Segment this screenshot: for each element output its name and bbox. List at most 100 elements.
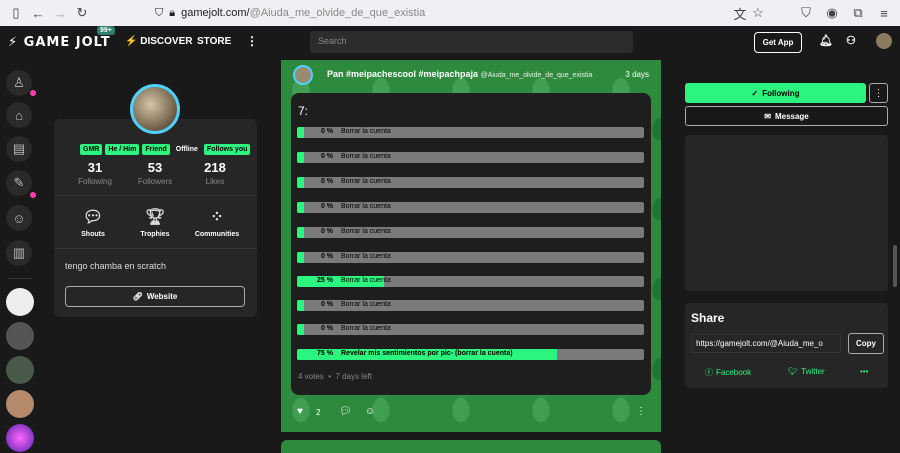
trophies-link[interactable]: 🏆︎ Trophies	[125, 207, 185, 238]
rail-backpack-icon[interactable]: ▤	[6, 136, 32, 162]
poll-label: Borrar la cuenta	[341, 325, 391, 332]
tag-friend: Friend	[142, 144, 170, 155]
tag-gmr: GMR	[80, 144, 103, 155]
share-twitter[interactable]: 🐦︎ Twitter	[788, 367, 825, 376]
poll-option[interactable]: 0 % Borrar la cuenta	[297, 252, 644, 263]
share-facebook[interactable]: ⓕ Facebook	[705, 367, 751, 378]
poll-days-left: 7 days left	[335, 372, 372, 381]
poll-option[interactable]: 0 % Borrar la cuenta	[297, 202, 644, 213]
poll-option[interactable]: 0 % Borrar la cuenta	[297, 177, 644, 188]
sidebar-toggle-icon[interactable]: ▯	[6, 3, 26, 23]
bookmark-star-icon[interactable]: ☆	[748, 3, 768, 23]
page-scrollbar[interactable]	[893, 245, 897, 287]
poll-pct: 25 %	[317, 277, 333, 284]
get-app-button[interactable]: Get App	[754, 32, 802, 53]
rail-home-icon[interactable]: ♙	[6, 70, 32, 96]
notification-count-badge: 99+	[97, 26, 115, 35]
heart-icon[interactable]: ♥	[297, 406, 303, 417]
gamejolt-logo[interactable]: ⚡ GAME JOLT	[8, 35, 111, 50]
poll: 7: 0 % Borrar la cuenta 0 % Borrar la cuen…	[291, 93, 651, 395]
ad-panel	[685, 135, 888, 291]
poll-label: Borrar la cuenta	[341, 301, 391, 308]
community-avatar-3[interactable]	[6, 356, 34, 384]
post-more-icon[interactable]: ⋮	[636, 406, 646, 417]
message-icon: ✉	[764, 111, 771, 121]
post-username[interactable]: @Aiuda_me_olvide_de_que_existia	[481, 72, 593, 79]
poll-option[interactable]: 0 % Borrar la cuenta	[297, 152, 644, 163]
poll-label: Borrar la cuenta	[341, 128, 391, 135]
poll-option[interactable]: 25 % Borrar la cuenta	[297, 276, 644, 287]
url-path: @Aiuda_me_olvide_de_que_existia	[249, 7, 426, 19]
shield-icon: ⛉	[155, 6, 164, 19]
poll-pct: 0 %	[320, 128, 333, 135]
comment-icon[interactable]: 💬︎	[339, 406, 352, 417]
post-title[interactable]: Pan #meipachescool #meipachpaja @Aiuda_m…	[327, 69, 592, 79]
shouts-link[interactable]: 💬︎ Shouts	[63, 207, 123, 238]
poll-label: Borrar la cuenta	[341, 277, 391, 284]
profile-divider-2	[54, 248, 257, 249]
poll-option[interactable]: 0 % Borrar la cuenta	[297, 324, 644, 335]
copy-button[interactable]: Copy	[848, 333, 884, 354]
stat-followers[interactable]: 53 Followers	[130, 160, 180, 186]
poll-option-winning[interactable]: 75 % Revelar mis sentimientos por pic- (b…	[297, 349, 644, 360]
shouts-icon: 💬︎	[82, 209, 104, 226]
next-post-card	[281, 440, 661, 453]
stat-likes[interactable]: 218 Likes	[190, 160, 240, 186]
rail-chat-icon[interactable]: ☺	[6, 205, 32, 231]
poll-option[interactable]: 0 % Borrar la cuenta	[297, 300, 644, 311]
site-header: ⚡ GAME JOLT 99+ ⚡ DISCOVER STORE ⋮ Searc…	[0, 26, 900, 60]
poll-option[interactable]: 0 % Borrar la cuenta	[297, 127, 644, 138]
share-more[interactable]: •••	[860, 367, 868, 376]
poll-pct: 0 %	[320, 301, 333, 308]
community-avatar-5[interactable]	[6, 424, 34, 452]
profile-more-button[interactable]: ⋮	[869, 83, 888, 103]
following-button[interactable]: ✓ Following	[685, 83, 866, 103]
likes-label: Likes	[205, 177, 225, 186]
post-author-avatar[interactable]	[293, 65, 313, 85]
community-avatar-4[interactable]	[6, 390, 34, 418]
friends-icon[interactable]: ⚇	[846, 34, 856, 47]
more-menu-icon[interactable]: ⋮	[246, 34, 258, 48]
translate-icon[interactable]: 文	[730, 3, 750, 23]
poll-label: Borrar la cuenta	[341, 153, 391, 160]
poll-pct: 0 %	[320, 228, 333, 235]
share-url-field[interactable]: https://gamejolt.com/@Aiuda_me_o	[691, 334, 841, 353]
extensions-icon[interactable]: ⧉	[848, 3, 868, 23]
following-count: 31	[87, 160, 103, 175]
rail-store-icon[interactable]: ⌂	[6, 102, 32, 128]
account-icon[interactable]: ◉	[822, 3, 842, 23]
search-input[interactable]: Search	[310, 31, 633, 53]
back-icon[interactable]: ←	[28, 3, 48, 23]
menu-icon[interactable]: ≡	[874, 3, 894, 23]
followers-label: Followers	[137, 177, 173, 186]
like-count: 2	[316, 408, 321, 417]
profile-bio: tengo chamba en scratch	[65, 261, 167, 271]
followers-count: 53	[147, 160, 163, 175]
profile-divider	[54, 195, 257, 196]
message-button[interactable]: ✉ Message	[685, 106, 888, 126]
profile-avatar[interactable]	[130, 84, 180, 134]
community-avatar-1[interactable]	[6, 288, 34, 316]
poll-pct: 0 %	[320, 325, 333, 332]
post-card: Pan #meipachescool #meipachpaja @Aiuda_m…	[281, 60, 661, 432]
trophy-icon: 🏆︎	[144, 209, 166, 226]
address-bar[interactable]: ⛉ 🔒︎ gamejolt.com/ @Aiuda_me_olvide_de_q…	[155, 3, 770, 23]
store-link[interactable]: STORE	[197, 36, 231, 47]
community-avatar-2[interactable]	[6, 322, 34, 350]
stat-following[interactable]: 31 Following	[70, 160, 120, 186]
pocket-icon[interactable]: ⛉	[796, 3, 816, 23]
rail-quests-icon[interactable]: ✎	[6, 170, 32, 196]
website-button[interactable]: 🔗︎ Website	[65, 286, 245, 307]
likes-count: 218	[204, 160, 226, 175]
user-avatar[interactable]	[876, 33, 892, 49]
communities-link[interactable]: ⁘ Communities	[187, 207, 247, 238]
reload-icon[interactable]: ↻	[72, 3, 92, 23]
post-footer: ♥ 2 💬︎ ☺ ⋮	[281, 403, 661, 425]
rail-library-icon[interactable]: ▥	[6, 240, 32, 266]
bell-icon[interactable]: 🔔︎	[819, 34, 833, 47]
sticker-icon[interactable]: ☺	[365, 406, 375, 417]
url-host: gamejolt.com/	[181, 7, 250, 19]
forward-icon[interactable]: →	[50, 3, 70, 23]
poll-option[interactable]: 0 % Borrar la cuenta	[297, 227, 644, 238]
discover-link[interactable]: ⚡ DISCOVER	[125, 36, 192, 47]
